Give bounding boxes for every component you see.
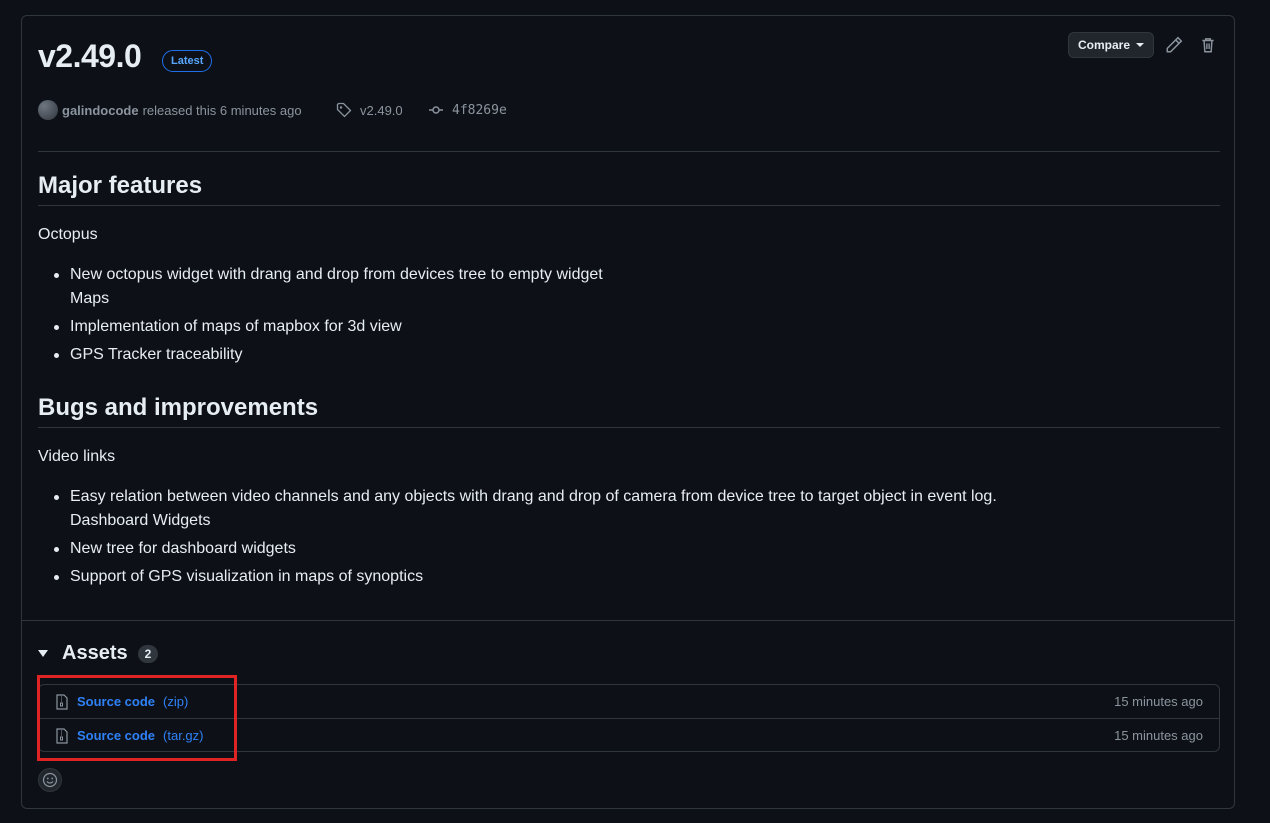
compare-button[interactable]: Compare [1068,32,1154,58]
assets-count-badge: 2 [137,644,159,663]
smiley-icon [42,772,58,788]
list-item-text: Support of GPS visualization in maps of … [70,568,424,585]
latest-badge: Latest [162,50,213,72]
assets-toggle[interactable]: Assets 2 [38,642,159,665]
list-item-text: GPS Tracker traceability [70,346,243,363]
tag-icon [336,102,352,118]
tag-label: v2.49.0 [360,102,403,118]
commit-link[interactable]: 4f8269e [428,102,507,118]
highlight-box [37,675,237,761]
list-item-text: New tree for dashboard widgets [70,540,296,557]
release-meta: galindocode released this 6 minutes ago [38,100,302,120]
list-item-text: Implementation of maps of mapbox for 3d … [70,318,402,335]
release-title[interactable]: v2.49.0 [38,38,142,75]
assets-title: Assets [62,642,128,664]
list-item-sub: Dashboard Widgets [70,512,211,529]
trash-icon[interactable] [1199,36,1217,54]
triangle-down-icon [38,650,48,657]
chevron-down-icon [1136,43,1144,47]
list-item: Support of GPS visualization in maps of … [53,565,424,589]
section-intro: Octopus [38,226,98,243]
pencil-icon[interactable] [1165,36,1183,54]
list-item: Easy relation between video channels and… [54,485,997,533]
section-intro: Video links [38,448,116,465]
list-item-text: New octopus widget with drang and drop f… [70,266,603,283]
list-item-text: Easy relation between video channels and… [70,488,997,505]
compare-label: Compare [1077,38,1130,52]
git-commit-icon [429,106,443,114]
heading-divider [38,427,1220,428]
list-item: Implementation of maps of mapbox for 3d … [54,315,402,339]
list-item: GPS Tracker traceability [54,343,243,367]
section-heading: Bugs and improvements [38,394,319,421]
asset-time: 15 minutes ago [1114,728,1203,743]
section-heading: Major features [38,172,203,199]
add-reaction-button[interactable] [38,768,62,792]
list-item: New octopus widget with drang and drop f… [54,263,603,311]
list-item-sub: Maps [70,290,110,307]
heading-divider [38,205,1220,206]
released-text: released this 6 minutes ago [142,102,302,118]
assets-divider [22,620,1234,621]
asset-time: 15 minutes ago [1114,694,1203,709]
avatar[interactable] [38,100,58,120]
list-item: New tree for dashboard widgets [54,537,296,561]
commit-hash: 4f8269e [452,102,507,118]
author-link[interactable]: galindocode [62,103,139,118]
tag-link[interactable]: v2.49.0 [336,102,403,118]
divider [38,151,1220,152]
